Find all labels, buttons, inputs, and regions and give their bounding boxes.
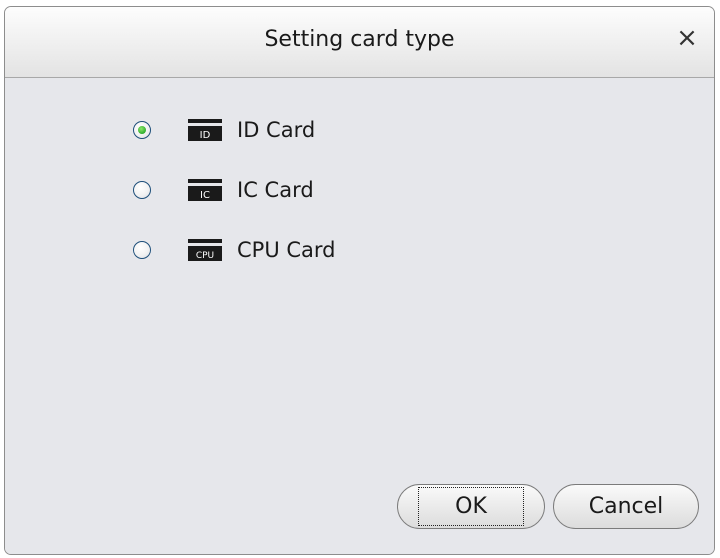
card-type-dialog: Setting card type × ID ID Card IC IC Car… [4,6,715,555]
radio-cpu-card[interactable] [133,241,151,259]
dialog-body: ID ID Card IC IC Card CPU CPU Card [5,78,714,554]
option-id-card[interactable]: ID ID Card [133,115,315,145]
radio-id-card[interactable] [133,121,151,139]
cpu-card-icon: CPU [188,239,222,261]
cpu-card-icon-text: CPU [196,251,214,261]
ic-card-icon: IC [188,179,222,201]
close-icon[interactable]: × [674,23,700,53]
ok-button[interactable]: OK [397,484,545,529]
option-cpu-card[interactable]: CPU CPU Card [133,235,336,265]
option-label-cpu-card: CPU Card [237,238,336,262]
focus-indicator [418,487,524,526]
radio-ic-card[interactable] [133,181,151,199]
ic-card-icon-text: IC [200,190,210,201]
title-bar: Setting card type × [5,7,714,78]
dialog-title: Setting card type [264,27,455,52]
id-card-icon: ID [188,119,222,141]
option-label-ic-card: IC Card [237,178,314,202]
id-card-icon-text: ID [200,130,211,141]
option-ic-card[interactable]: IC IC Card [133,175,314,205]
cancel-button[interactable]: Cancel [553,484,699,529]
option-label-id-card: ID Card [237,118,316,142]
cancel-button-label: Cancel [588,494,664,519]
